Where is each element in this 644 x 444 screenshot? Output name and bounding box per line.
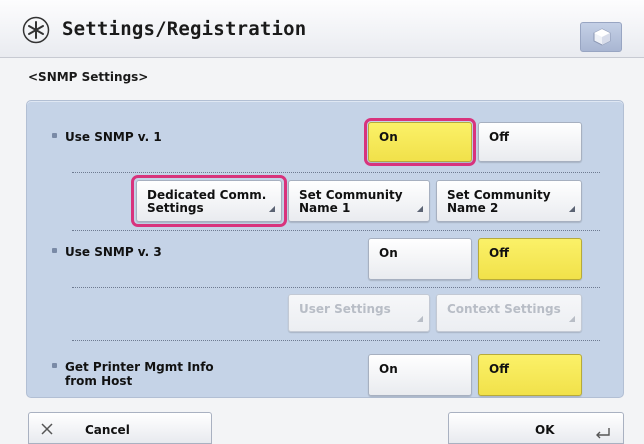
- close-icon: [41, 423, 53, 435]
- cancel-button[interactable]: Cancel: [28, 412, 212, 444]
- set-community-name-2-button[interactable]: Set Community Name 2 ◢: [436, 180, 582, 222]
- section-title: <SNMP Settings>: [28, 70, 149, 84]
- counter-check-icon: [593, 28, 611, 46]
- snmp-v3-on-button[interactable]: On: [368, 238, 472, 280]
- submenu-arrow-icon: ◢: [416, 314, 423, 323]
- submenu-arrow-icon: ◢: [568, 314, 575, 323]
- divider: [72, 340, 600, 341]
- submenu-arrow-icon: ◢: [568, 204, 575, 213]
- page-title: Settings/Registration: [62, 18, 307, 40]
- submenu-arrow-icon: ◢: [416, 204, 423, 213]
- ok-button[interactable]: OK: [448, 412, 624, 444]
- dedicated-comm-highlight: [131, 175, 287, 227]
- snmp-v3-off-button[interactable]: Off: [478, 238, 582, 280]
- counter-check-button[interactable]: [580, 22, 622, 52]
- enter-icon: [596, 428, 610, 439]
- bullet-icon: [52, 248, 57, 253]
- divider: [72, 287, 600, 288]
- title-bar: Settings/Registration: [0, 0, 644, 58]
- context-settings-button[interactable]: Context Settings ◢: [436, 294, 582, 332]
- snmp-v1-on-highlight: [364, 118, 476, 166]
- divider: [72, 172, 600, 173]
- snmp-v1-label: Use SNMP v. 1: [52, 130, 162, 144]
- user-settings-button[interactable]: User Settings ◢: [288, 294, 430, 332]
- snmp-v3-label: Use SNMP v. 3: [52, 245, 162, 259]
- set-community-name-1-button[interactable]: Set Community Name 1 ◢: [288, 180, 430, 222]
- divider: [72, 230, 600, 231]
- bullet-icon: [52, 133, 57, 138]
- bullet-icon: [52, 363, 57, 368]
- printer-mgmt-on-button[interactable]: On: [368, 354, 472, 396]
- snmp-v1-off-button[interactable]: Off: [478, 122, 582, 162]
- printer-mgmt-off-button[interactable]: Off: [478, 354, 582, 396]
- printer-mgmt-label: Get Printer Mgmt Info from Host: [52, 360, 214, 388]
- settings-asterisk-icon: [22, 16, 50, 44]
